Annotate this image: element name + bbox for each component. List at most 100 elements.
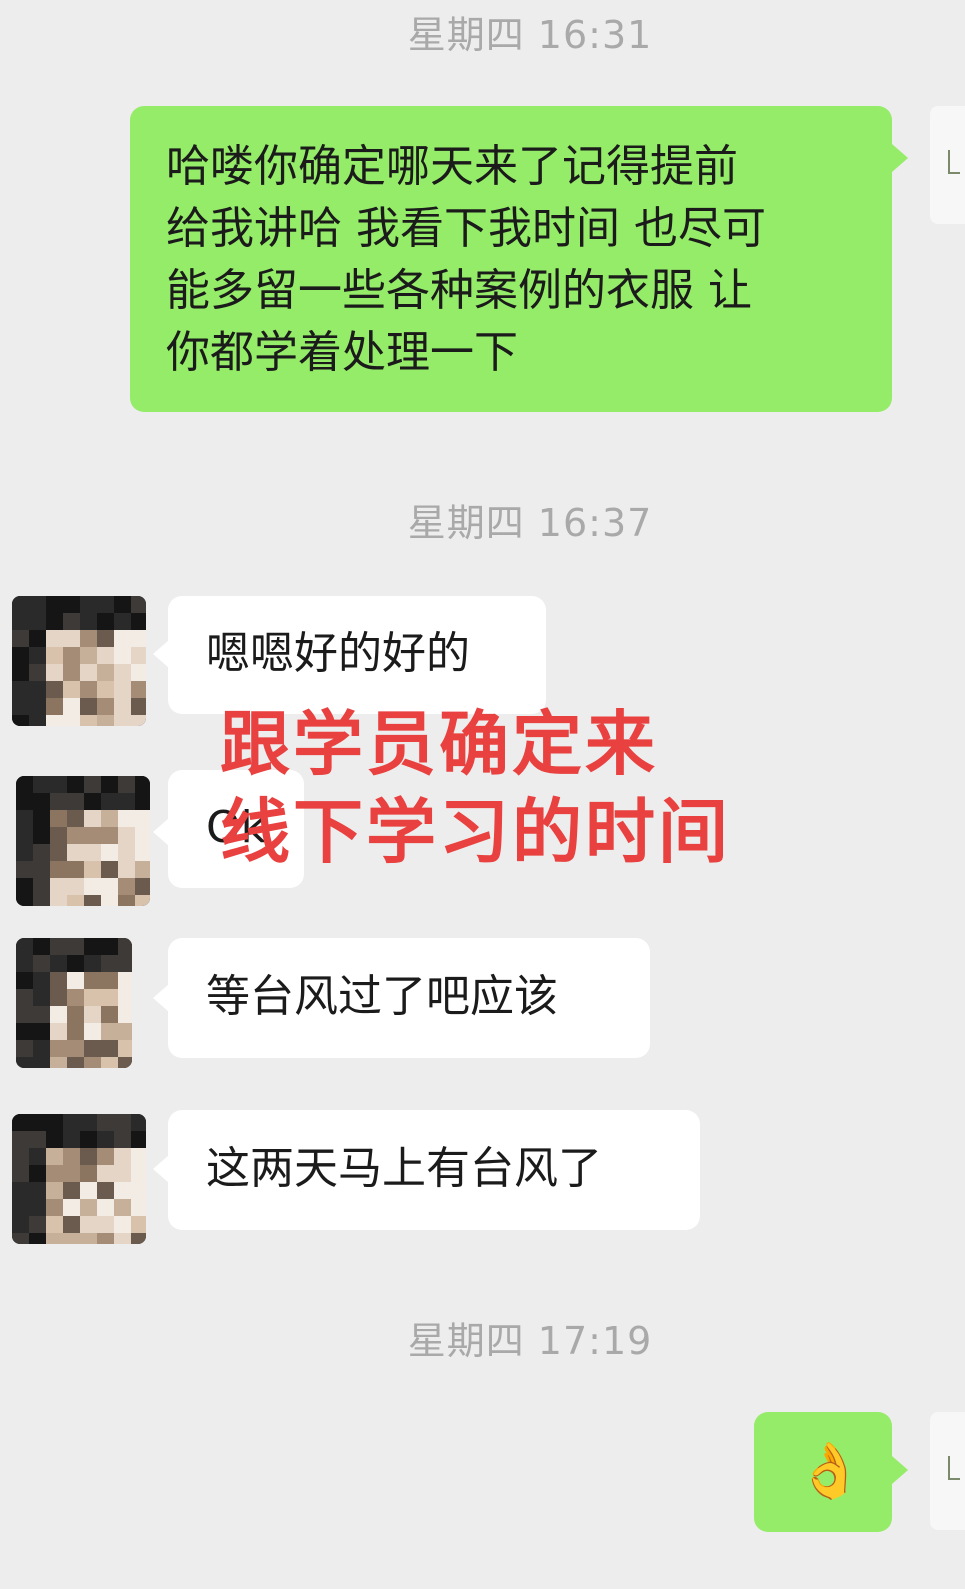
avatar-mosaic-pixel [63,1199,80,1216]
contact-avatar[interactable] [12,596,146,726]
avatar-mosaic-pixel [33,810,50,827]
avatar-mosaic-pixel [29,664,46,681]
avatar-mosaic-pixel [12,698,29,715]
message-line: 给我讲哈 我看下我时间 也尽可 [166,203,766,254]
avatar-mosaic-pixel [67,955,84,972]
avatar-mosaic-pixel [46,613,63,630]
my-avatar[interactable] [930,1412,965,1530]
message-bubble-sent[interactable]: 哈喽你确定哪天来了记得提前 给我讲哈 我看下我时间 也尽可 能多留一些各种案例的… [130,106,892,412]
avatar-mosaic-pixel [46,1114,63,1131]
avatar-mosaic-pixel [97,1165,114,1182]
avatar-mosaic-pixel [114,698,131,715]
avatar-mosaic-pixel [50,955,67,972]
avatar-mosaic-pixel [131,1165,146,1182]
avatar-mosaic-pixel [84,972,101,989]
avatar-mosaic-pixel [80,681,97,698]
avatar-mosaic-pixel [97,1233,114,1244]
message-bubble-received[interactable]: 嗯嗯好的好的 [168,596,546,714]
avatar-mosaic-pixel [29,681,46,698]
avatar-mosaic-pixel [114,1165,131,1182]
avatar-mosaic-pixel [114,1114,131,1131]
message-bubble-received[interactable]: 等台风过了吧应该 [168,938,650,1058]
avatar-mosaic-pixel [46,1182,63,1199]
contact-avatar[interactable] [12,1114,146,1244]
avatar-mosaic-pixel [67,989,84,1006]
avatar-mosaic-pixel [131,681,146,698]
avatar-mosaic-pixel [12,647,29,664]
avatar-mosaic-pixel [118,861,135,878]
avatar-mosaic-pixel [118,844,135,861]
avatar-mosaic-pixel [118,878,135,895]
avatar-mosaic-pixel [135,793,150,810]
avatar-mosaic-pixel [97,596,114,613]
avatar-mosaic-pixel [67,878,84,895]
avatar-mosaic-pixel [80,613,97,630]
avatar-mosaic-pixel [12,1216,29,1233]
avatar-mosaic-pixel [16,861,33,878]
avatar-mosaic-pixel [12,613,29,630]
avatar-mosaic-pixel [97,1199,114,1216]
avatar-mosaic-pixel [50,844,67,861]
avatar-mosaic-pixel [16,895,33,906]
avatar-mosaic-pixel [16,844,33,861]
avatar-mosaic-pixel [50,827,67,844]
overlay-line: 跟学员确定来 [220,703,658,785]
avatar-mosaic-pixel [101,844,118,861]
avatar-mosaic-pixel [12,1165,29,1182]
avatar-mosaic-pixel [63,1233,80,1244]
contact-avatar[interactable] [16,776,150,906]
avatar-mosaic-pixel [101,1023,118,1040]
avatar-mosaic-pixel [84,793,101,810]
message-bubble-sent[interactable]: 👌 [754,1412,892,1532]
avatar-mosaic-pixel [29,1148,46,1165]
avatar-mosaic-pixel [80,698,97,715]
avatar-mosaic-pixel [101,972,118,989]
avatar-mosaic-pixel [29,1114,46,1131]
avatar-mosaic-pixel [63,715,80,726]
avatar-mosaic-pixel [114,647,131,664]
avatar-mosaic-pixel [80,1131,97,1148]
avatar-mosaic-pixel [114,715,131,726]
avatar-mosaic-pixel [131,1216,146,1233]
avatar-mosaic-pixel [16,989,33,1006]
avatar-mosaic-pixel [46,647,63,664]
avatar-mosaic-pixel [63,1114,80,1131]
avatar-mosaic-pixel [97,647,114,664]
avatar-mosaic-pixel [118,1057,132,1068]
avatar-mosaic-pixel [80,1114,97,1131]
contact-avatar[interactable] [16,938,132,1068]
avatar-mosaic-pixel [16,793,33,810]
avatar-mosaic-pixel [118,895,135,906]
message-bubble-received[interactable]: 这两天马上有台风了 [168,1110,700,1230]
avatar-mosaic-pixel [29,715,46,726]
avatar-mosaic-pixel [84,1057,101,1068]
my-avatar[interactable] [930,106,965,224]
avatar-mosaic-pixel [63,681,80,698]
avatar-mosaic-pixel [135,776,150,793]
avatar-mosaic-pixel [114,681,131,698]
avatar-mosaic-pixel [80,647,97,664]
avatar-mosaic-pixel [80,1216,97,1233]
avatar-mosaic-pixel [50,989,67,1006]
avatar-mosaic-pixel [101,1006,118,1023]
avatar-mosaic-pixel [50,1023,67,1040]
avatar-mosaic-pixel [101,1057,118,1068]
avatar-mosaic-pixel [16,810,33,827]
avatar-mosaic-pixel [131,1131,146,1148]
avatar-mosaic-pixel [118,972,132,989]
avatar-mosaic-pixel [50,1057,67,1068]
avatar-mosaic-pixel [118,793,135,810]
avatar-mosaic-pixel [33,938,50,955]
avatar-mosaic-pixel [33,1040,50,1057]
avatar-mosaic-pixel [50,1006,67,1023]
avatar-mosaic-pixel [118,989,132,1006]
avatar-mosaic-pixel [101,861,118,878]
avatar-mosaic-pixel [12,630,29,647]
avatar-mosaic-pixel [84,861,101,878]
avatar-mosaic-pixel [97,1216,114,1233]
avatar-mosaic-pixel [12,681,29,698]
avatar-mosaic-pixel [131,647,146,664]
timestamp: 星期四 17:19 [407,1319,653,1363]
avatar-mosaic-pixel [97,613,114,630]
avatar-mosaic-pixel [114,1148,131,1165]
